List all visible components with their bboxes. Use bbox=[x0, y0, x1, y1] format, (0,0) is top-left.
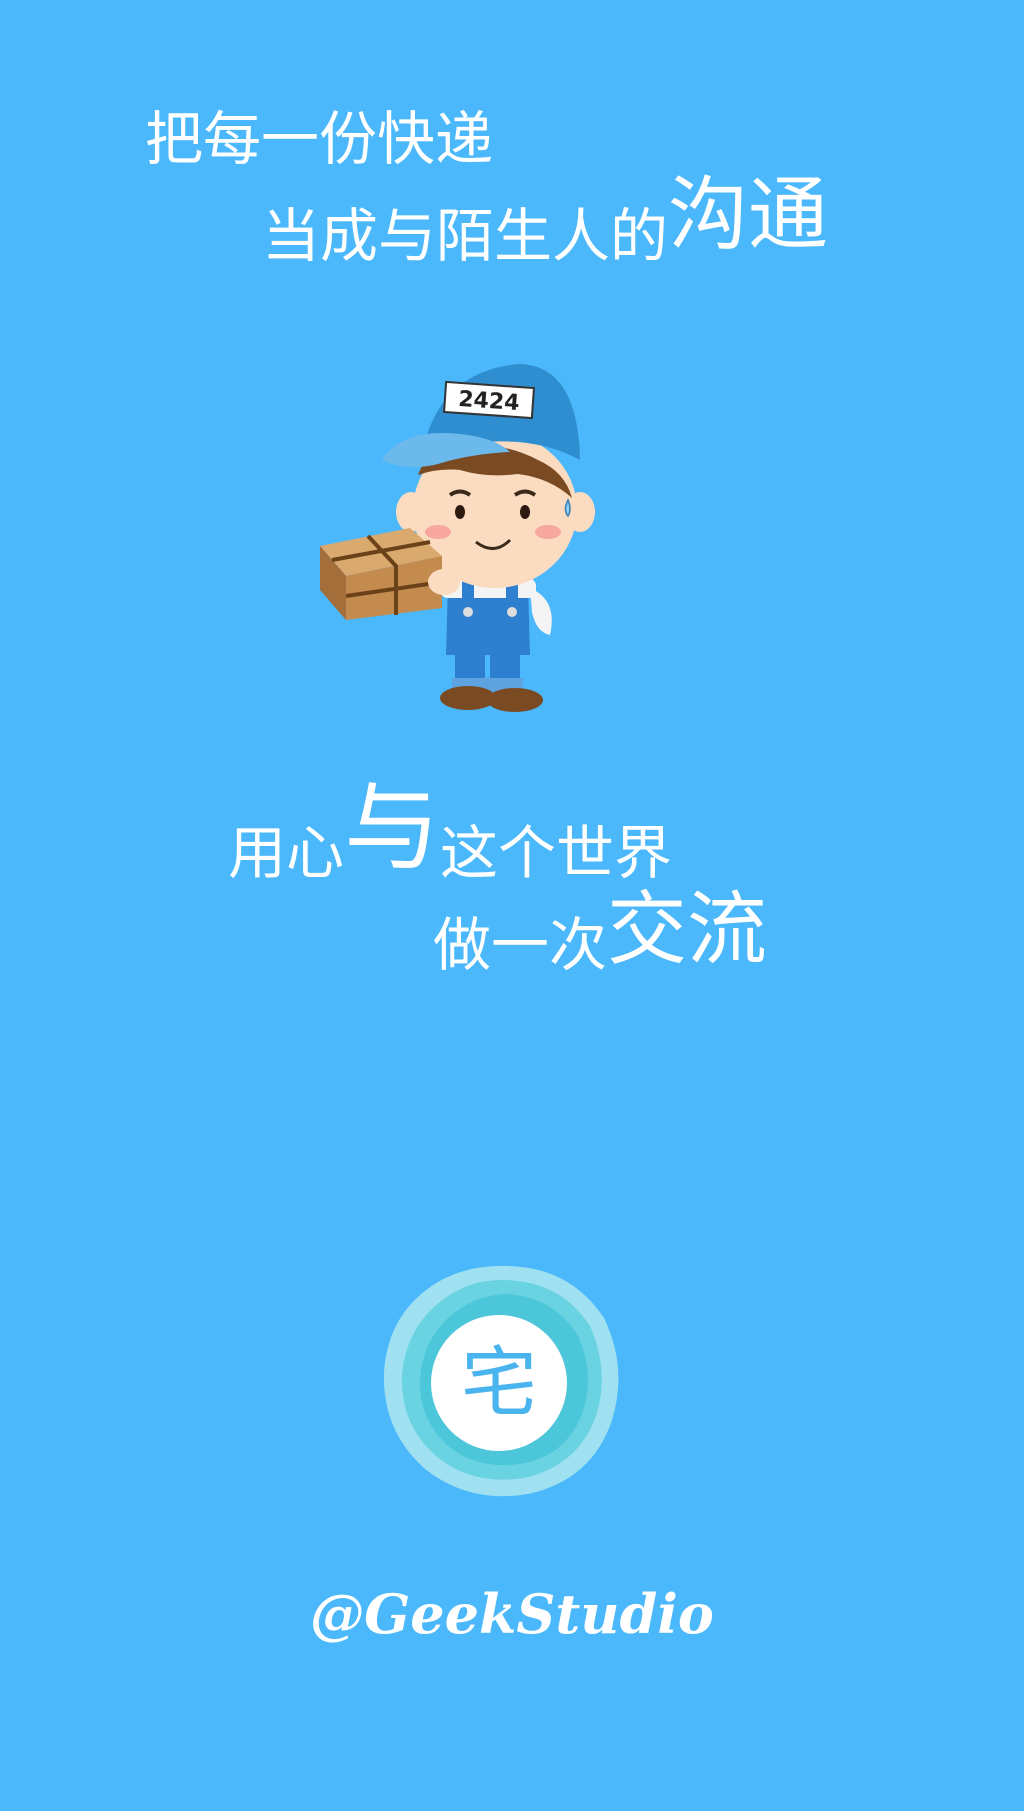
slogan-line-3-emphasis: 与 bbox=[344, 772, 441, 884]
slogan-line-2: 当成与陌生人的沟通 bbox=[262, 168, 829, 270]
slogan-line-1: 把每一份快递 bbox=[145, 110, 493, 168]
cap-number: 2424 bbox=[457, 387, 520, 416]
slogan-line-3-text-a: 用心 bbox=[228, 819, 345, 887]
slogan-line-1-text: 把每一份快递 bbox=[145, 105, 494, 173]
slogan-line-4-emphasis: 交流 bbox=[607, 883, 768, 976]
studio-signature: @GeekStudio bbox=[310, 1582, 714, 1646]
slogan-line-4-text: 做一次 bbox=[433, 911, 608, 979]
slogan-line-2-emphasis: 沟通 bbox=[668, 168, 829, 261]
courier-with-package-icon: 2424 bbox=[320, 364, 595, 712]
logo-glyph: 宅 bbox=[431, 1315, 567, 1451]
app-logo-icon: 宅 bbox=[378, 1260, 623, 1500]
slogan-line-4: 做一次交流 bbox=[433, 883, 768, 979]
slogan-line-3: 用心与这个世界 bbox=[228, 780, 672, 882]
slogan-line-3-text-b: 这个世界 bbox=[440, 819, 673, 887]
slogan-line-2-text: 当成与陌生人的 bbox=[262, 202, 669, 270]
